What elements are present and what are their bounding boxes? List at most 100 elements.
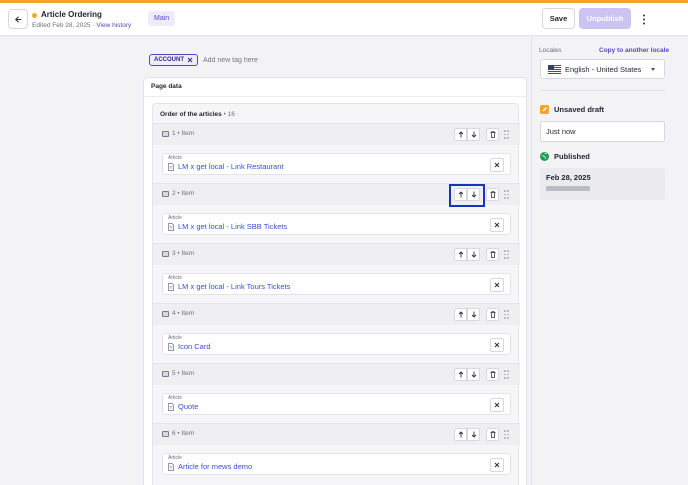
remove-article-button[interactable] xyxy=(490,338,504,352)
article-type-label: Article xyxy=(168,335,182,341)
collapse-icon[interactable] xyxy=(162,251,169,257)
article-link[interactable]: Article for mews demo xyxy=(178,462,252,471)
copy-locale-link[interactable]: Copy to another locale xyxy=(599,47,669,54)
item-label: 5 • Item xyxy=(172,370,195,377)
order-title: Order of the articles • 16 xyxy=(160,111,235,118)
article-type-label: Article xyxy=(168,155,182,161)
article-card[interactable]: Article LM x get local - Link Restaurant xyxy=(162,153,511,175)
document-icon xyxy=(168,223,174,231)
drag-handle-icon[interactable] xyxy=(504,310,510,319)
collapse-icon[interactable] xyxy=(162,431,169,437)
drag-handle-icon[interactable] xyxy=(504,370,510,379)
locale-value: English - United States xyxy=(565,65,642,74)
article-type-label: Article xyxy=(168,275,182,281)
locales-label: Locales xyxy=(539,47,562,54)
delete-item-button[interactable] xyxy=(486,128,499,141)
arrow-left-icon xyxy=(14,15,21,23)
collapse-icon[interactable] xyxy=(162,311,169,317)
remove-article-button[interactable] xyxy=(490,458,504,472)
list-item: 6 • Item Article Article for mews demo xyxy=(153,423,520,483)
more-menu-button[interactable] xyxy=(637,11,651,27)
remove-article-button[interactable] xyxy=(490,398,504,412)
delete-item-button[interactable] xyxy=(486,428,499,441)
move-up-button[interactable] xyxy=(454,248,467,261)
drag-handle-icon[interactable] xyxy=(504,190,510,199)
list-item: 2 • Item Article LM x get local - Link S… xyxy=(153,183,520,243)
save-button[interactable]: Save xyxy=(542,8,575,29)
collapse-icon[interactable] xyxy=(162,191,169,197)
unpublish-button[interactable]: Unpublish xyxy=(579,8,631,29)
move-down-button[interactable] xyxy=(467,248,480,261)
edited-info: Edited Feb 28, 2025 · View history xyxy=(32,22,131,29)
published-info: Feb 28, 2025 xyxy=(540,168,665,200)
tag-account[interactable]: ACCOUNT xyxy=(149,54,198,66)
item-header[interactable]: 1 • Item xyxy=(153,124,520,145)
article-link[interactable]: Icon Card xyxy=(178,342,211,351)
move-up-button[interactable] xyxy=(454,428,467,441)
move-down-button[interactable] xyxy=(467,308,480,321)
delete-item-button[interactable] xyxy=(486,248,499,261)
article-link[interactable]: LM x get local - Link Tours Tickets xyxy=(178,282,290,291)
focus-highlight xyxy=(449,184,485,207)
close-icon xyxy=(494,462,500,468)
published-title: Published xyxy=(554,152,590,161)
item-header[interactable]: 5 • Item xyxy=(153,364,520,385)
arrow-down-icon xyxy=(471,371,476,378)
locale-select[interactable]: English - United States xyxy=(540,59,665,79)
trash-icon xyxy=(490,191,495,198)
article-link[interactable]: LM x get local - Link SBB Tickets xyxy=(178,222,287,231)
move-down-button[interactable] xyxy=(467,428,480,441)
remove-article-button[interactable] xyxy=(490,158,504,172)
drag-handle-icon[interactable] xyxy=(504,250,510,259)
delete-item-button[interactable] xyxy=(486,188,499,201)
article-card[interactable]: Article Article for mews demo xyxy=(162,453,511,475)
document-icon xyxy=(168,283,174,291)
move-down-button[interactable] xyxy=(467,128,480,141)
page-data-label: Page data xyxy=(151,83,182,90)
header: Article Ordering Edited Feb 28, 2025 · V… xyxy=(0,3,688,36)
list-item: 4 • Item Article Icon Card xyxy=(153,303,520,363)
remove-article-button[interactable] xyxy=(490,218,504,232)
view-history-link[interactable]: View history xyxy=(96,22,131,29)
arrow-up-icon xyxy=(458,251,463,258)
item-header[interactable]: 6 • Item xyxy=(153,424,520,445)
article-card[interactable]: Article LM x get local - Link SBB Ticket… xyxy=(162,213,511,235)
article-card[interactable]: Article LM x get local - Link Tours Tick… xyxy=(162,273,511,295)
move-down-button[interactable] xyxy=(467,368,480,381)
article-type-label: Article xyxy=(168,215,182,221)
order-title-text: Order of the articles xyxy=(160,111,222,118)
item-label: 6 • Item xyxy=(172,430,195,437)
trash-icon xyxy=(490,431,495,438)
order-count: • 16 xyxy=(221,111,235,118)
collapse-icon[interactable] xyxy=(162,131,169,137)
remove-article-button[interactable] xyxy=(490,278,504,292)
unsaved-draft-heading: Unsaved draft xyxy=(540,105,604,114)
published-date: Feb 28, 2025 xyxy=(546,173,591,182)
item-header[interactable]: 2 • Item xyxy=(153,184,520,207)
collapse-icon[interactable] xyxy=(162,371,169,377)
article-link[interactable]: LM x get local - Link Restaurant xyxy=(178,162,283,171)
close-icon[interactable] xyxy=(187,57,193,63)
delete-item-button[interactable] xyxy=(486,368,499,381)
move-up-button[interactable] xyxy=(454,368,467,381)
drag-handle-icon[interactable] xyxy=(504,430,510,439)
item-header[interactable]: 4 • Item xyxy=(153,304,520,325)
back-button[interactable] xyxy=(8,9,28,29)
edited-date: Edited Feb 28, 2025 · xyxy=(32,22,97,29)
draft-title: Unsaved draft xyxy=(554,105,605,114)
article-card[interactable]: Article Icon Card xyxy=(162,333,511,355)
environment-badge[interactable]: Main xyxy=(148,11,176,26)
delete-item-button[interactable] xyxy=(486,308,499,321)
article-card[interactable]: Article Quote xyxy=(162,393,511,415)
add-tag-input[interactable] xyxy=(203,56,294,64)
move-up-button[interactable] xyxy=(454,308,467,321)
article-link[interactable]: Quote xyxy=(178,402,198,411)
drag-handle-icon[interactable] xyxy=(504,130,510,139)
sidebar: Locales Copy to another locale English -… xyxy=(531,36,688,485)
move-up-button[interactable] xyxy=(454,128,467,141)
item-header[interactable]: 3 • Item xyxy=(153,244,520,265)
trash-icon xyxy=(490,311,495,318)
document-icon xyxy=(168,403,174,411)
draft-status-dot xyxy=(32,13,37,18)
item-label: 2 • Item xyxy=(172,190,195,197)
